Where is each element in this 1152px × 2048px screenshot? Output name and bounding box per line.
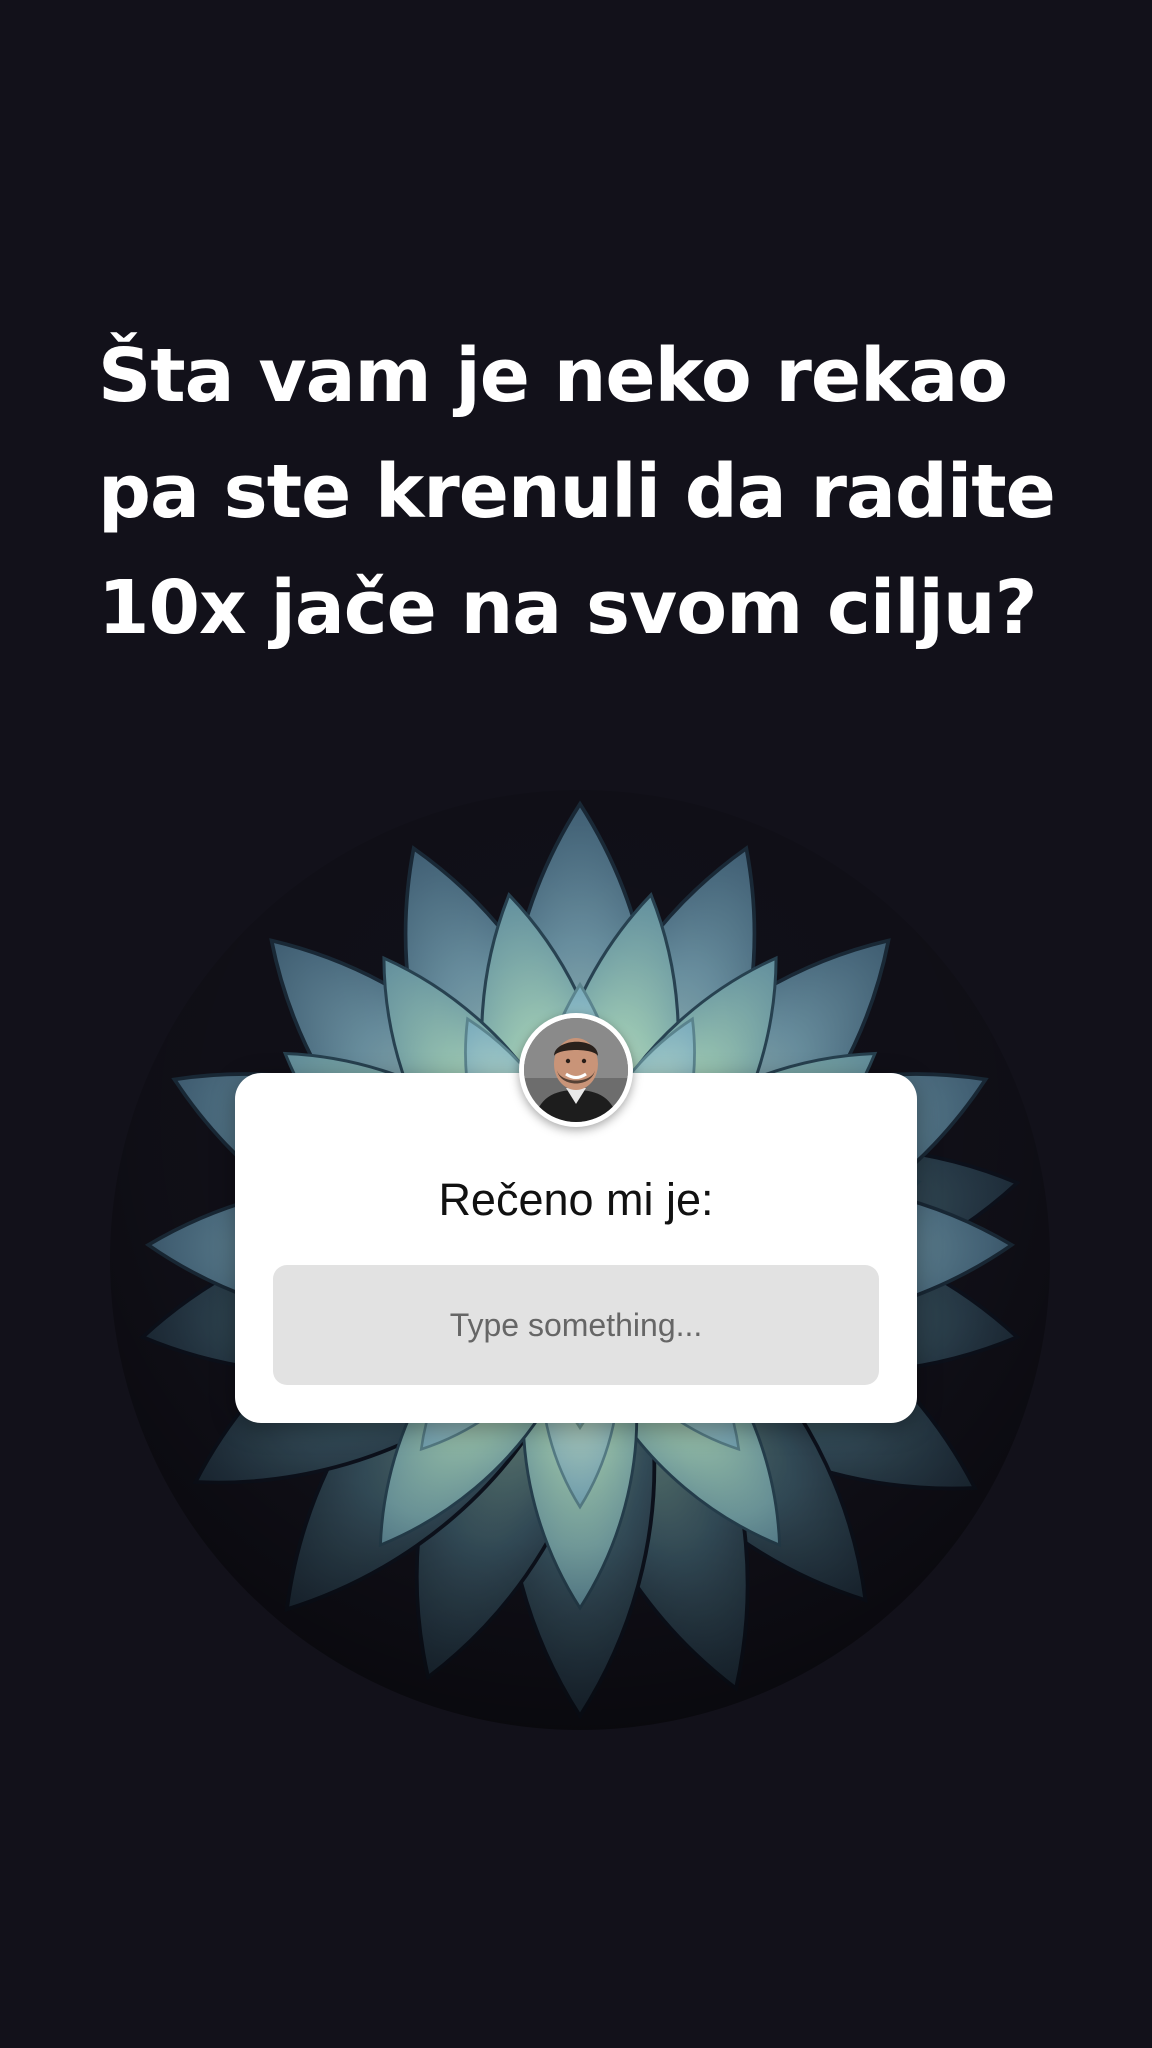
story-canvas: Šta vam je neko rekao pa ste krenuli da … xyxy=(0,0,1152,2048)
profile-avatar xyxy=(519,1013,633,1127)
headline-line-2: pa ste krenuli da radite xyxy=(98,449,1056,535)
answer-input[interactable] xyxy=(273,1265,879,1385)
headline-line-1: Šta vam je neko rekao xyxy=(98,333,1008,419)
story-headline: Šta vam je neko rekao pa ste krenuli da … xyxy=(98,318,1078,666)
headline-line-3: 10x jače na svom cilju? xyxy=(98,565,1038,651)
profile-photo-avatar-icon xyxy=(524,1018,628,1122)
question-label: Rečeno mi je: xyxy=(438,1174,714,1225)
